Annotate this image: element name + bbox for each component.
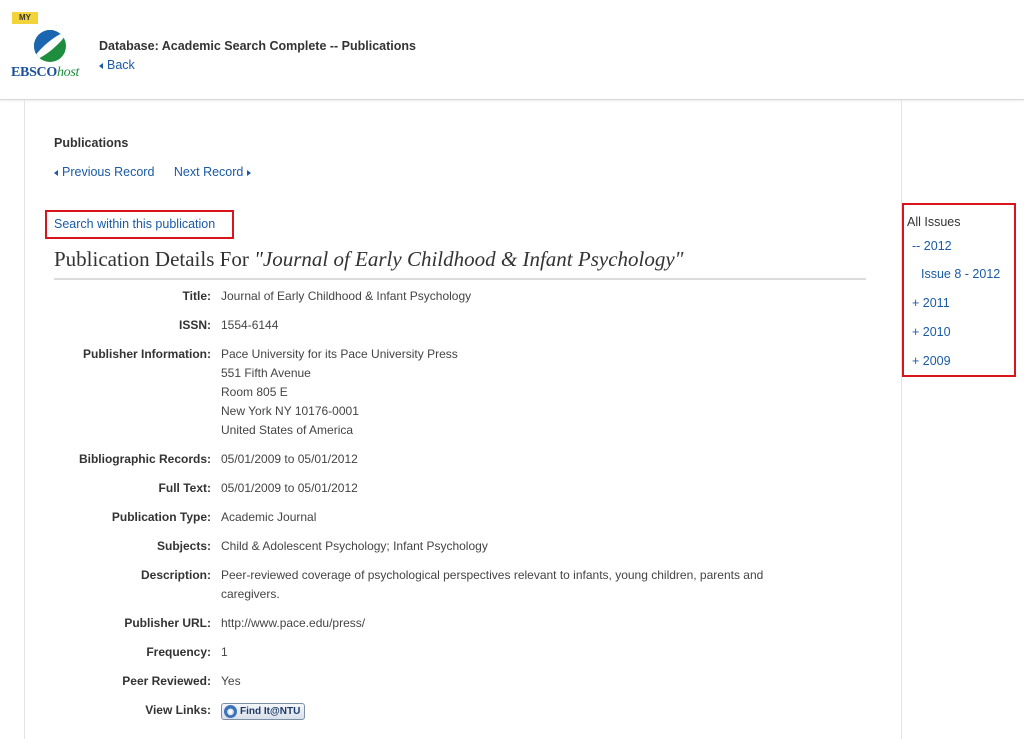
publication-details: Title: Journal of Early Childhood & Infa… [54,287,844,730]
database-title: Database: Academic Search Complete -- Pu… [99,39,416,53]
search-within-publication-link[interactable]: Search within this publication [54,217,215,231]
publisher-url-link[interactable]: http://www.pace.edu/press/ [221,614,365,633]
left-divider [24,100,25,739]
highlight-box-issues [902,203,1016,377]
detail-row-title: Title: Journal of Early Childhood & Infa… [182,289,472,303]
detail-row-peer-reviewed: Peer Reviewed: Yes [122,674,241,688]
find-it-icon: ◉ [224,705,237,718]
all-issues-title: All Issues [907,215,961,229]
detail-row-publisher-url: Publisher URL: http://www.pace.edu/press… [54,614,844,633]
section-title: Publications [54,136,129,150]
caret-left-icon [99,62,103,69]
detail-row-publisher: Publisher Information: Pace University f… [82,347,458,437]
detail-row-frequency: Frequency: 1 [146,645,228,659]
detail-row-subjects: Subjects: Child & Adolescent Psychology;… [156,539,488,553]
back-link[interactable]: Back [99,58,135,72]
detail-row-bibliographic-records: Bibliographic Records: 05/01/2009 to 05/… [78,452,358,466]
detail-row-description: Description: Peer-reviewed coverage of p… [140,568,764,601]
issue-year-2012-collapse[interactable]: -- 2012 [912,239,952,253]
caret-right-icon [247,169,252,176]
issue-year-2010-expand[interactable]: + 2010 [912,325,951,339]
previous-record-link[interactable]: Previous Record [54,165,154,179]
caret-left-icon [54,169,58,176]
next-record-link[interactable]: Next Record [174,165,252,179]
find-it-ntu-button[interactable]: ◉ Find It@NTU [221,703,306,720]
issue-year-2009-expand[interactable]: + 2009 [912,354,951,368]
header: MY EBSCOhost Database: Academic Search C… [0,0,1024,100]
ebsco-globe-icon [34,30,66,62]
publication-heading: Publication Details For "Journal of Earl… [54,247,866,280]
detail-row-issn: ISSN: 1554-6144 [178,318,279,332]
issue-year-2011-expand[interactable]: + 2011 [912,296,950,310]
my-ebsco-badge[interactable]: MY [12,12,38,24]
detail-row-view-links: View Links: ◉ Find It@NTU [54,701,844,720]
detail-row-full-text: Full Text: 05/01/2009 to 05/01/2012 [54,479,844,498]
ebscohost-logo[interactable]: EBSCOhost [11,65,79,81]
issue-8-2012-link[interactable]: Issue 8 - 2012 [921,267,1000,281]
detail-row-publication-type: Publication Type: Academic Journal [111,510,317,524]
full-text-link[interactable]: 05/01/2009 to 05/01/2012 [221,479,358,498]
record-navigation: Previous Record Next Record [54,165,252,179]
right-divider [901,100,902,739]
